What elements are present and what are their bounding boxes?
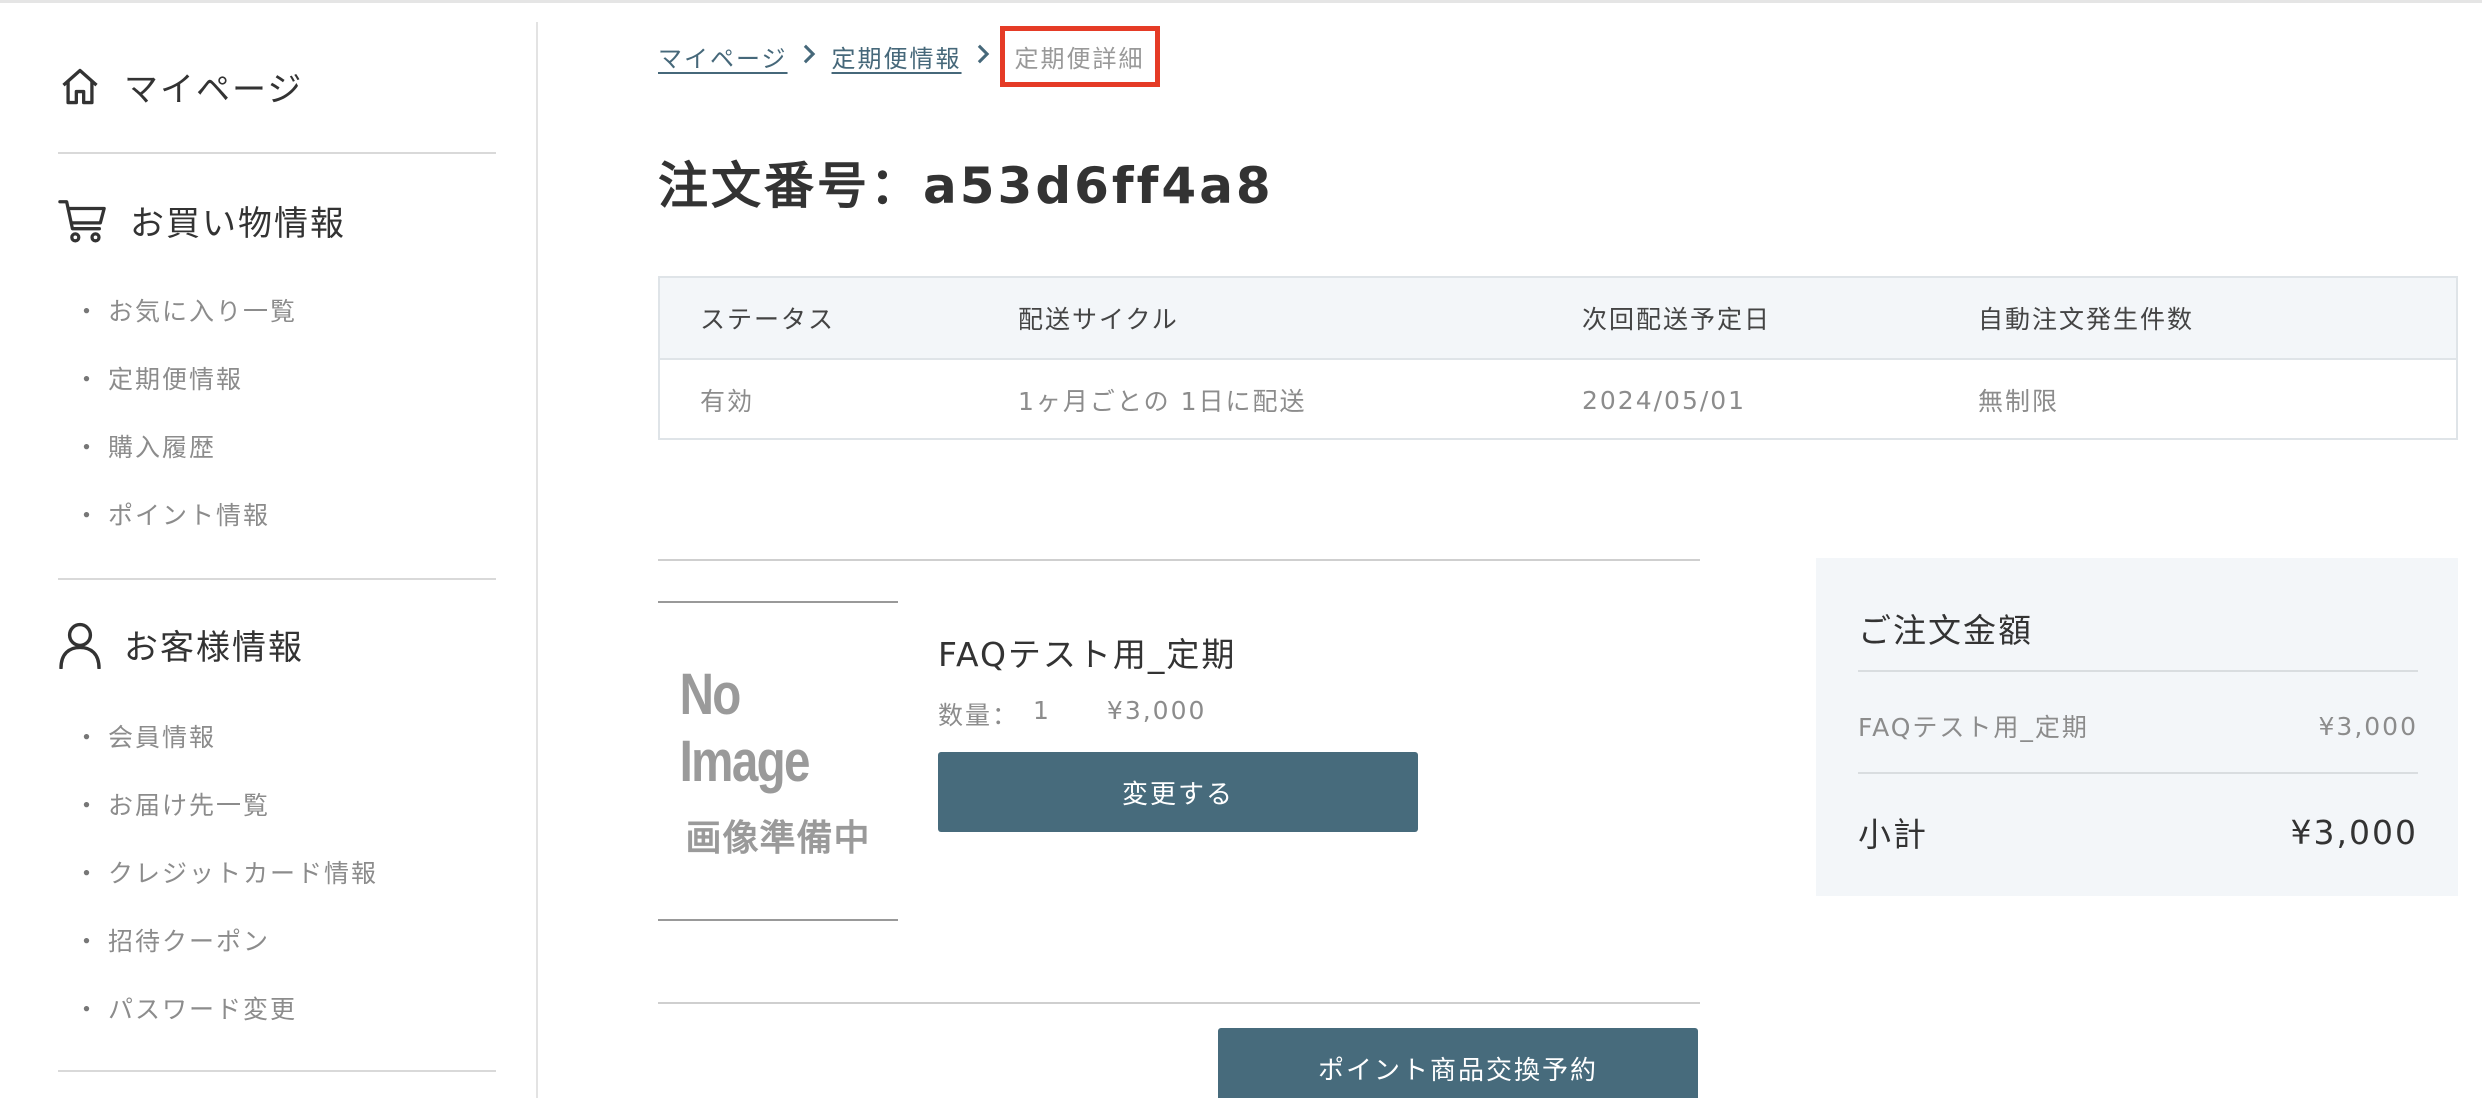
sidebar-shopping-title: お買い物情報 [130, 204, 346, 244]
header-cycle: 配送サイクル [1018, 305, 1179, 334]
summary-item-price: ¥3,000 [2318, 711, 2418, 741]
no-image-subtext: 画像準備中 [685, 818, 871, 859]
value-status: 有効 [700, 387, 755, 416]
sidebar-mypage-link[interactable]: マイページ [58, 62, 303, 111]
sidebar-customer-title: お客様情報 [124, 628, 304, 668]
subscription-status-table: ステータス 配送サイクル 次回配送予定日 自動注文発生件数 有効 1ヶ月ごとの … [658, 276, 2458, 440]
table-header-row: ステータス 配送サイクル 次回配送予定日 自動注文発生件数 [660, 278, 2456, 360]
header-status: ステータス [700, 305, 836, 334]
qty-value: 1 [1033, 696, 1051, 725]
subtotal-value: ¥3,000 [2290, 812, 2418, 852]
chevron-right-icon [976, 43, 990, 71]
breadcrumb-mypage[interactable]: マイページ [658, 39, 788, 74]
sidebar-divider-vertical [536, 22, 538, 1098]
chevron-right-icon [802, 43, 816, 71]
product-name: FAQテスト用_定期 [938, 635, 1237, 674]
sidebar-customer-heading: お客様情報 [58, 620, 304, 669]
value-next-date: 2024/05/01 [1582, 385, 1747, 415]
summary-divider [1858, 772, 2418, 774]
sidebar-shopping-heading: お買い物情報 [58, 196, 346, 245]
sidebar-item-favorites[interactable]: ・お気に入り一覧 [74, 292, 297, 328]
cart-icon [58, 197, 108, 245]
product-image-placeholder: No Image 画像準備中 [658, 601, 898, 921]
breadcrumb: マイページ 定期便情報 定期便詳細 [658, 26, 1160, 87]
value-cycle: 1ヶ月ごとの 1日に配送 [1018, 387, 1307, 416]
sidebar-item-password[interactable]: ・パスワード変更 [74, 990, 297, 1026]
sidebar-item-credit-card[interactable]: ・クレジットカード情報 [74, 854, 378, 890]
sidebar-item-subscriptions[interactable]: ・定期便情報 [74, 360, 243, 396]
order-summary-panel: ご注文金額 FAQテスト用_定期 ¥3,000 小計 ¥3,000 [1816, 558, 2458, 896]
summary-item-row: FAQテスト用_定期 ¥3,000 [1858, 708, 2418, 744]
point-exchange-reserve-button[interactable]: ポイント商品交換予約 [1218, 1028, 1698, 1098]
header-order-count: 自動注文発生件数 [1978, 305, 2195, 334]
sidebar-item-purchase-history[interactable]: ・購入履歴 [74, 428, 216, 464]
product-price: ¥3,000 [1106, 696, 1207, 725]
breadcrumb-current: 定期便詳細 [999, 26, 1160, 87]
qty-label: 数量： [938, 701, 1020, 730]
sidebar-divider [58, 152, 496, 154]
sidebar-mypage-label: マイページ [124, 70, 304, 110]
product-quantity-price: 数量： 1 ¥3,000 [938, 696, 1206, 732]
value-order-count: 無制限 [1978, 387, 2060, 416]
sidebar-item-invite-coupon[interactable]: ・招待クーポン [74, 922, 270, 958]
table-row: 有効 1ヶ月ごとの 1日に配送 2024/05/01 無制限 [660, 360, 2456, 440]
sidebar-divider [58, 1070, 496, 1072]
subtotal-label: 小計 [1858, 815, 1928, 854]
breadcrumb-subscriptions[interactable]: 定期便情報 [832, 39, 962, 74]
summary-divider [1858, 670, 2418, 672]
header-next-date: 次回配送予定日 [1582, 305, 1772, 334]
summary-item-name: FAQテスト用_定期 [1858, 713, 2089, 742]
summary-subtotal-row: 小計 ¥3,000 [1858, 808, 2418, 856]
user-icon [58, 621, 102, 669]
item-divider [658, 559, 1700, 561]
page-title: 注文番号：a53d6ff4a8 [658, 157, 1274, 215]
change-button[interactable]: 変更する [938, 752, 1418, 832]
sidebar-item-addresses[interactable]: ・お届け先一覧 [74, 786, 270, 822]
sidebar-divider [58, 578, 496, 580]
sidebar-item-points[interactable]: ・ポイント情報 [74, 496, 270, 532]
item-divider [658, 1002, 1700, 1004]
summary-title: ご注文金額 [1858, 611, 2033, 650]
no-image-text: No Image [679, 662, 811, 794]
sidebar: マイページ お買い物情報 ・お気に入り一覧 ・定期便情報 ・購入履歴 ・ポイント… [0, 0, 538, 1098]
sidebar-item-member-info[interactable]: ・会員情報 [74, 718, 216, 754]
home-icon [58, 65, 102, 109]
